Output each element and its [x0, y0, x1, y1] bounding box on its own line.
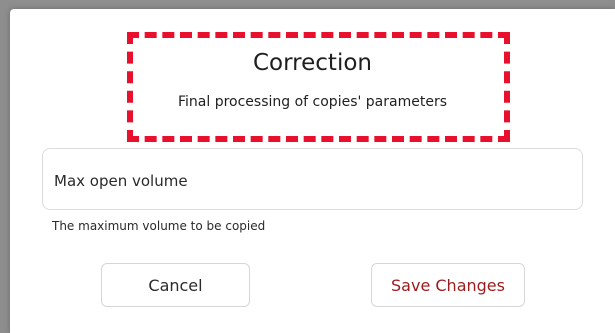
max-open-volume-label: Max open volume [54, 172, 188, 190]
save-changes-button[interactable]: Save Changes [371, 263, 525, 307]
cancel-button[interactable]: Cancel [101, 263, 250, 307]
highlight-annotation-box [127, 32, 510, 142]
field-helper-text: The maximum volume to be copied [52, 219, 266, 233]
max-open-volume-field[interactable]: Max open volume [42, 148, 583, 210]
